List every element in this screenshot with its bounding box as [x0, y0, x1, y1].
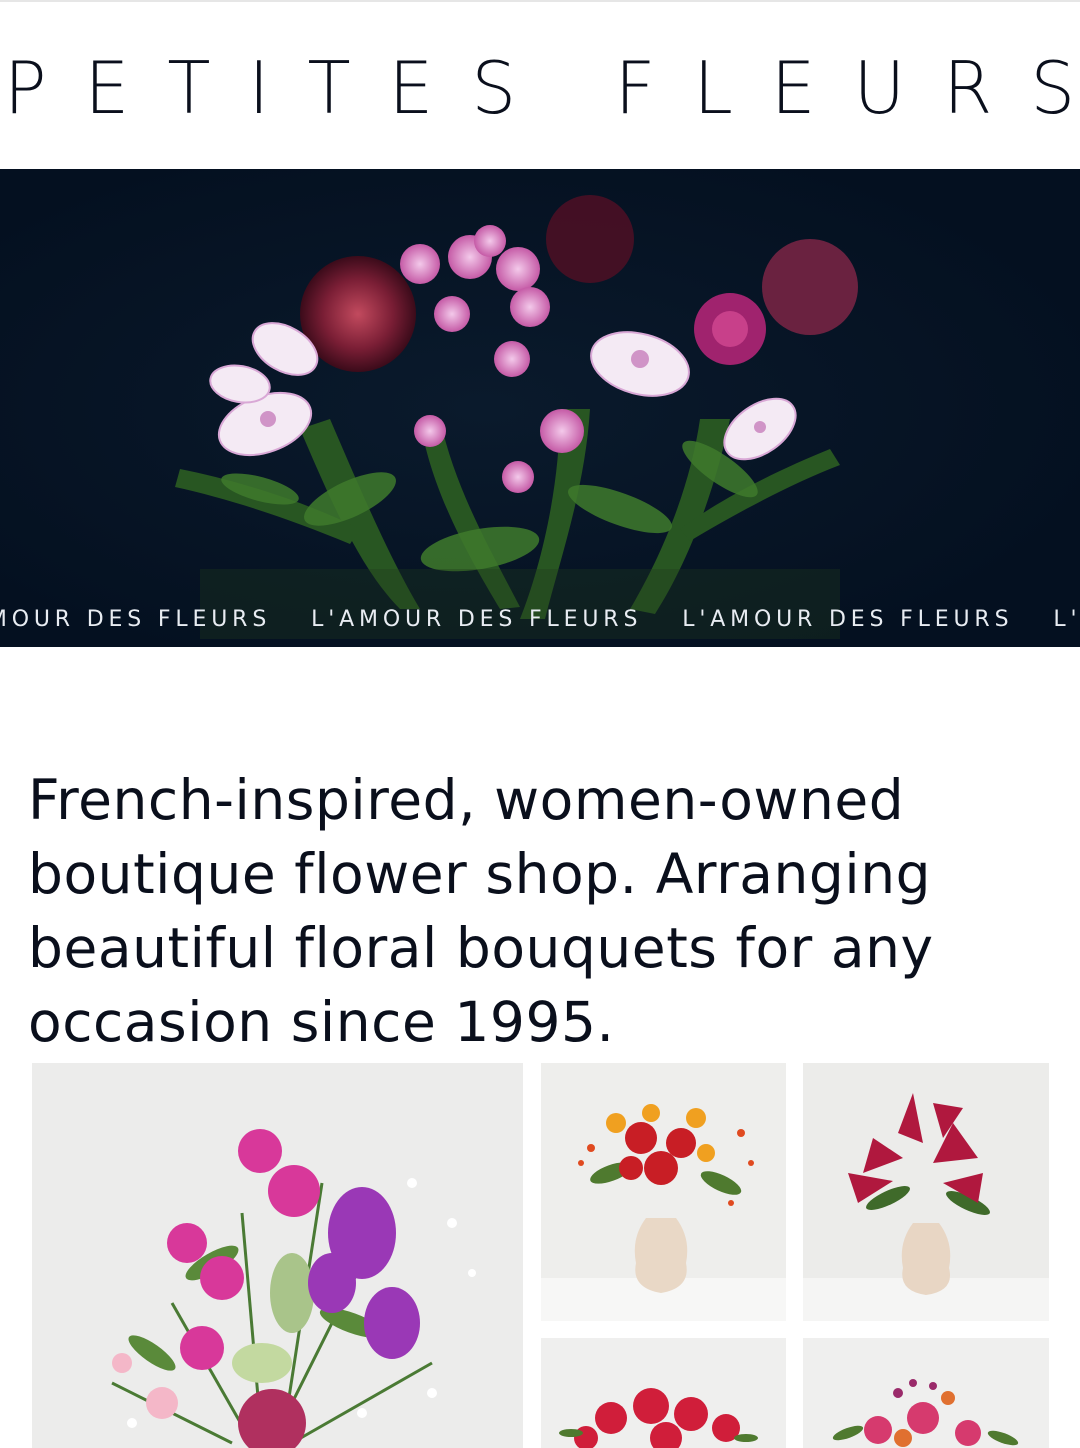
gallery-item-bouquet-autumn-vase[interactable] [541, 1063, 786, 1321]
hero-banner: L'AMOUR DES FLEURS L'AMOUR DES FLEURS L'… [0, 169, 1080, 647]
marquee-item: L'AMOUR DES FLEURS [0, 607, 272, 632]
marquee-item: L'AMOUR DES FLEURS [1053, 607, 1080, 632]
bouquet-image [803, 1338, 1049, 1448]
marquee-item: L'AMOUR DES FLEURS [682, 607, 1014, 632]
site-logo[interactable]: PETITES FLEURS [4, 48, 1075, 128]
product-gallery [0, 1063, 1080, 1448]
gallery-item-bouquet-mixed-pink[interactable] [803, 1338, 1049, 1448]
bouquet-image [803, 1063, 1049, 1321]
bouquet-image [541, 1063, 786, 1321]
gallery-item-bouquet-red-lilies-vase[interactable] [803, 1063, 1049, 1321]
hero-bouquet-image [0, 169, 1080, 647]
site-header: PETITES FLEURS [0, 2, 1080, 169]
gallery-item-bouquet-pink-purple[interactable] [32, 1063, 523, 1448]
gallery-item-bouquet-red-roses[interactable] [541, 1338, 786, 1448]
bouquet-image [32, 1063, 523, 1448]
bouquet-image [541, 1338, 786, 1448]
marquee-banner: L'AMOUR DES FLEURS L'AMOUR DES FLEURS L'… [0, 595, 1080, 647]
marquee-item: L'AMOUR DES FLEURS [311, 607, 643, 632]
intro-tagline: French-inspired, women-owned boutique fl… [28, 768, 934, 1054]
